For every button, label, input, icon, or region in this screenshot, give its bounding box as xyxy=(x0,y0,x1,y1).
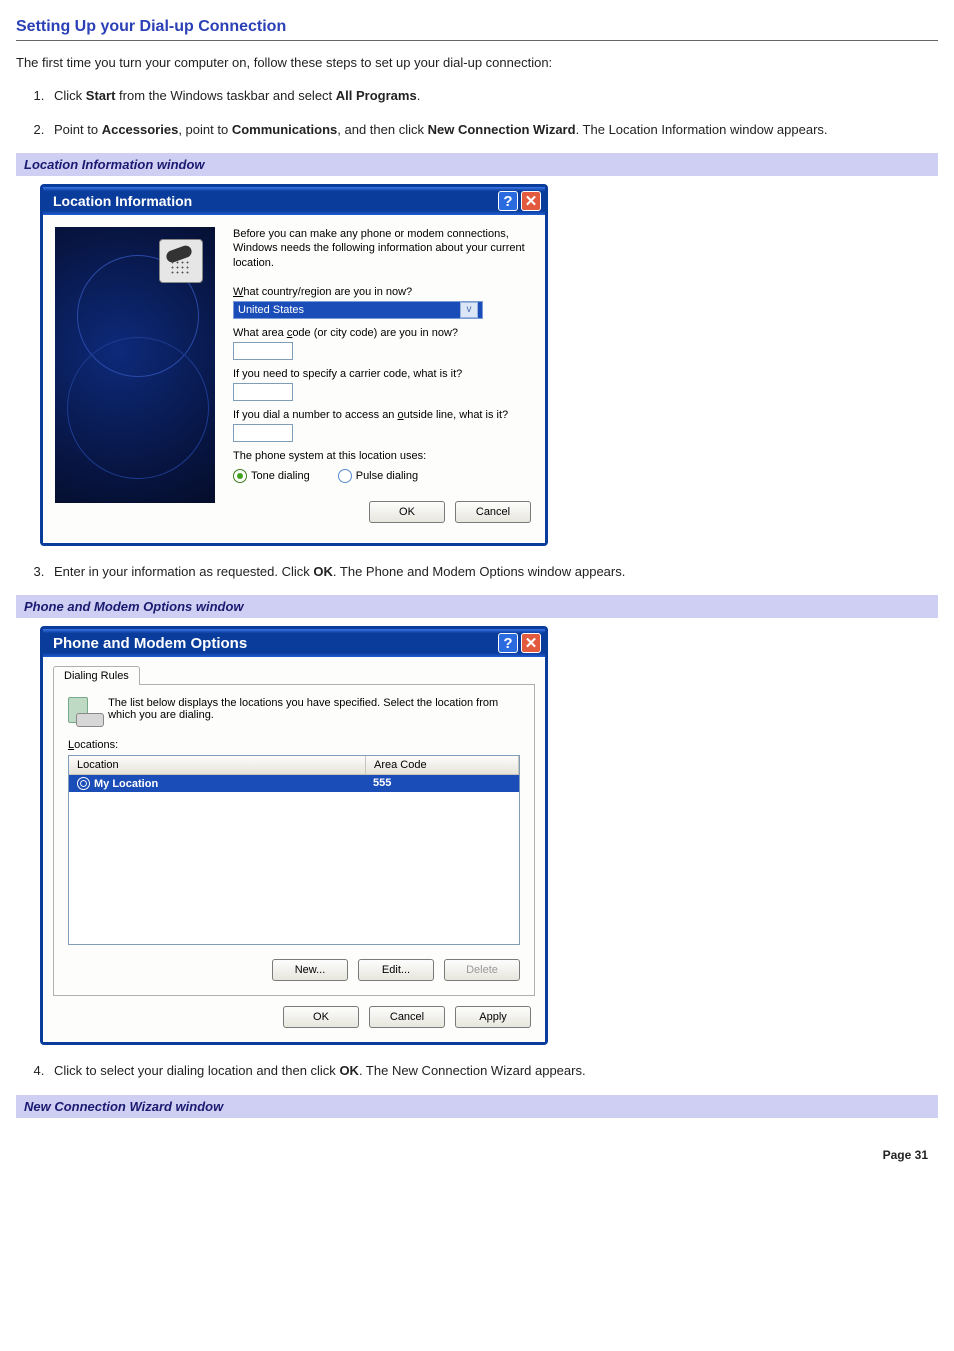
carrier-code-label: If you need to specify a carrier code, w… xyxy=(233,368,531,380)
globe-icon xyxy=(67,337,209,479)
step-2: Point to Accessories, point to Communica… xyxy=(48,120,938,140)
sidebar-graphic xyxy=(55,227,215,503)
steps-list: Click Start from the Windows taskbar and… xyxy=(44,86,938,139)
pulse-dialing-radio[interactable]: Pulse dialing xyxy=(338,469,418,483)
apply-button[interactable]: Apply xyxy=(455,1006,531,1028)
close-button[interactable]: ✕ xyxy=(521,633,541,653)
tab-strip: Dialing Rules xyxy=(43,657,545,684)
location-area-code: 555 xyxy=(365,775,519,792)
titlebar: Phone and Modem Options ? ✕ xyxy=(43,629,545,657)
tab-dialing-rules[interactable]: Dialing Rules xyxy=(53,666,140,685)
phone-modem-window: Phone and Modem Options ? ✕ Dialing Rule… xyxy=(40,626,548,1045)
close-icon: ✕ xyxy=(525,192,538,210)
locations-listbox[interactable]: Location Area Code My Location 555 xyxy=(68,755,520,945)
phone-icon xyxy=(159,239,203,283)
heading-separator xyxy=(16,40,938,41)
help-button[interactable]: ? xyxy=(498,191,518,211)
location-name: My Location xyxy=(94,778,158,790)
step-4: Click to select your dialing location an… xyxy=(48,1061,938,1081)
section-heading: Setting Up your Dial-up Connection xyxy=(16,18,938,36)
close-button[interactable]: ✕ xyxy=(521,191,541,211)
close-icon: ✕ xyxy=(525,634,538,652)
caption-location-info: Location Information window xyxy=(16,153,938,176)
steps-list-cont2: Click to select your dialing location an… xyxy=(44,1061,938,1081)
steps-list-cont: Enter in your information as requested. … xyxy=(44,562,938,582)
phone-system-label: The phone system at this location uses: xyxy=(233,450,531,462)
help-icon: ? xyxy=(503,193,512,210)
country-label: What country/region are you in now? xyxy=(233,286,531,298)
ok-button[interactable]: OK xyxy=(369,501,445,523)
titlebar: Location Information ? ✕ xyxy=(43,187,545,215)
step-3: Enter in your information as requested. … xyxy=(48,562,938,582)
new-button[interactable]: New... xyxy=(272,959,348,981)
country-dropdown[interactable]: United States v xyxy=(233,301,483,319)
tab-panel: The list below displays the locations yo… xyxy=(53,684,535,996)
caption-new-connection: New Connection Wizard window xyxy=(16,1095,938,1118)
intro-paragraph: The first time you turn your computer on… xyxy=(16,55,938,70)
phone-modem-icon xyxy=(68,697,96,727)
country-value: United States xyxy=(238,304,304,316)
cancel-button[interactable]: Cancel xyxy=(455,501,531,523)
panel-description: The list below displays the locations yo… xyxy=(108,697,520,721)
location-marker-icon xyxy=(77,777,90,790)
list-header: Location Area Code xyxy=(69,756,519,775)
window-title: Location Information xyxy=(53,193,192,209)
help-button[interactable]: ? xyxy=(498,633,518,653)
window-title: Phone and Modem Options xyxy=(53,635,247,652)
column-location[interactable]: Location xyxy=(69,756,366,774)
cancel-button[interactable]: Cancel xyxy=(369,1006,445,1028)
area-code-label: What area code (or city code) are you in… xyxy=(233,327,531,339)
chevron-down-icon: v xyxy=(460,302,478,318)
outside-line-label: If you dial a number to access an outsid… xyxy=(233,409,531,421)
carrier-code-input[interactable] xyxy=(233,383,293,401)
delete-button[interactable]: Delete xyxy=(444,959,520,981)
column-area-code[interactable]: Area Code xyxy=(366,756,519,774)
ok-button[interactable]: OK xyxy=(283,1006,359,1028)
tone-dialing-radio[interactable]: Tone dialing xyxy=(233,469,310,483)
step-1: Click Start from the Windows taskbar and… xyxy=(48,86,938,106)
area-code-input[interactable] xyxy=(233,342,293,360)
outside-line-input[interactable] xyxy=(233,424,293,442)
edit-button[interactable]: Edit... xyxy=(358,959,434,981)
caption-phone-modem: Phone and Modem Options window xyxy=(16,595,938,618)
page-number: Page 31 xyxy=(16,1148,938,1162)
dialog-description: Before you can make any phone or modem c… xyxy=(233,227,531,270)
radio-selected-icon xyxy=(233,469,247,483)
radio-unselected-icon xyxy=(338,469,352,483)
help-icon: ? xyxy=(503,635,512,652)
locations-label: Locations: xyxy=(68,739,520,751)
location-information-window: Location Information ? ✕ Before you can … xyxy=(40,184,548,546)
list-item[interactable]: My Location 555 xyxy=(69,775,519,792)
